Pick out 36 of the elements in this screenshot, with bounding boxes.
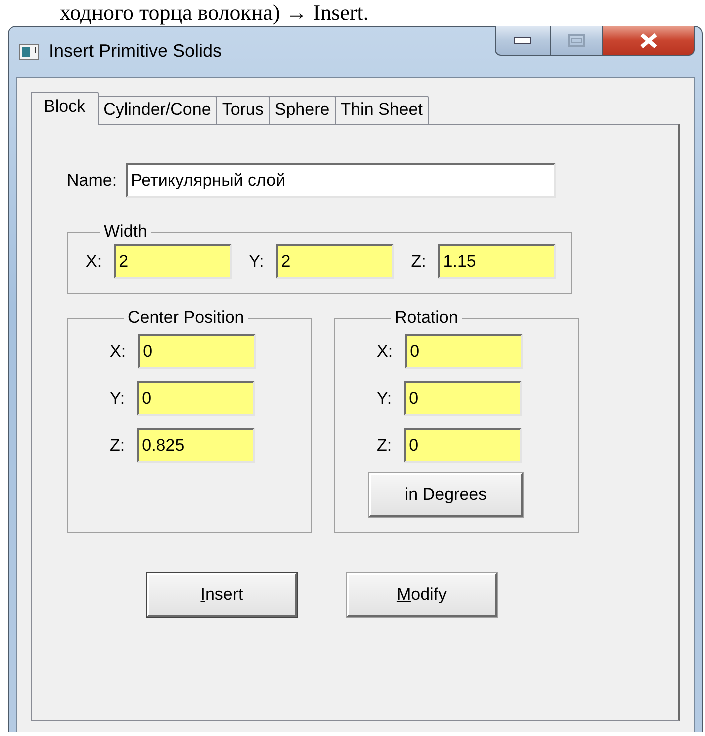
axis-label: X: bbox=[377, 342, 394, 362]
axis-label: Z: bbox=[411, 252, 426, 272]
axis-label: Z: bbox=[377, 436, 392, 456]
app-icon bbox=[19, 44, 39, 60]
number-field[interactable]: 2 bbox=[276, 244, 394, 279]
action-button[interactable]: Modify bbox=[347, 573, 497, 617]
group-title: Rotation bbox=[394, 308, 460, 328]
group-title: Center Position bbox=[127, 308, 246, 328]
name-field[interactable]: Ретикулярный слой bbox=[126, 163, 556, 198]
number-field[interactable]: 0 bbox=[404, 381, 522, 416]
axis-label: Y: bbox=[110, 388, 126, 408]
name-label: Name: bbox=[67, 170, 118, 190]
action-button[interactable]: Insert bbox=[147, 573, 297, 617]
axis-label: X: bbox=[86, 252, 102, 272]
number-field[interactable]: 1.15 bbox=[438, 244, 556, 279]
group-title: Width bbox=[103, 222, 148, 242]
axis-label: Z: bbox=[110, 436, 126, 456]
tab[interactable]: Block bbox=[31, 92, 99, 125]
tab[interactable]: Thin Sheet bbox=[334, 96, 429, 124]
minimize-icon bbox=[514, 36, 532, 44]
number-field[interactable]: 2 bbox=[114, 244, 232, 279]
units-button[interactable]: in Degrees bbox=[369, 473, 523, 517]
maximize-icon bbox=[568, 34, 586, 48]
axis-label: Y: bbox=[377, 388, 392, 408]
number-field[interactable]: 0 bbox=[405, 334, 524, 369]
number-field[interactable]: 0 bbox=[138, 334, 256, 369]
maximize-button[interactable] bbox=[551, 26, 603, 56]
number-field[interactable]: 0 bbox=[404, 428, 522, 463]
number-field[interactable]: 0 bbox=[137, 381, 256, 416]
close-button[interactable] bbox=[603, 26, 695, 56]
number-field[interactable]: 0.825 bbox=[137, 428, 256, 463]
document-text: ходного торца волокна) → Insert. bbox=[59, 0, 369, 26]
window-title: Insert Primitive Solids bbox=[49, 41, 222, 62]
axis-label: Y: bbox=[249, 252, 264, 272]
axis-label: X: bbox=[110, 342, 126, 362]
minimize-button[interactable] bbox=[495, 26, 551, 56]
